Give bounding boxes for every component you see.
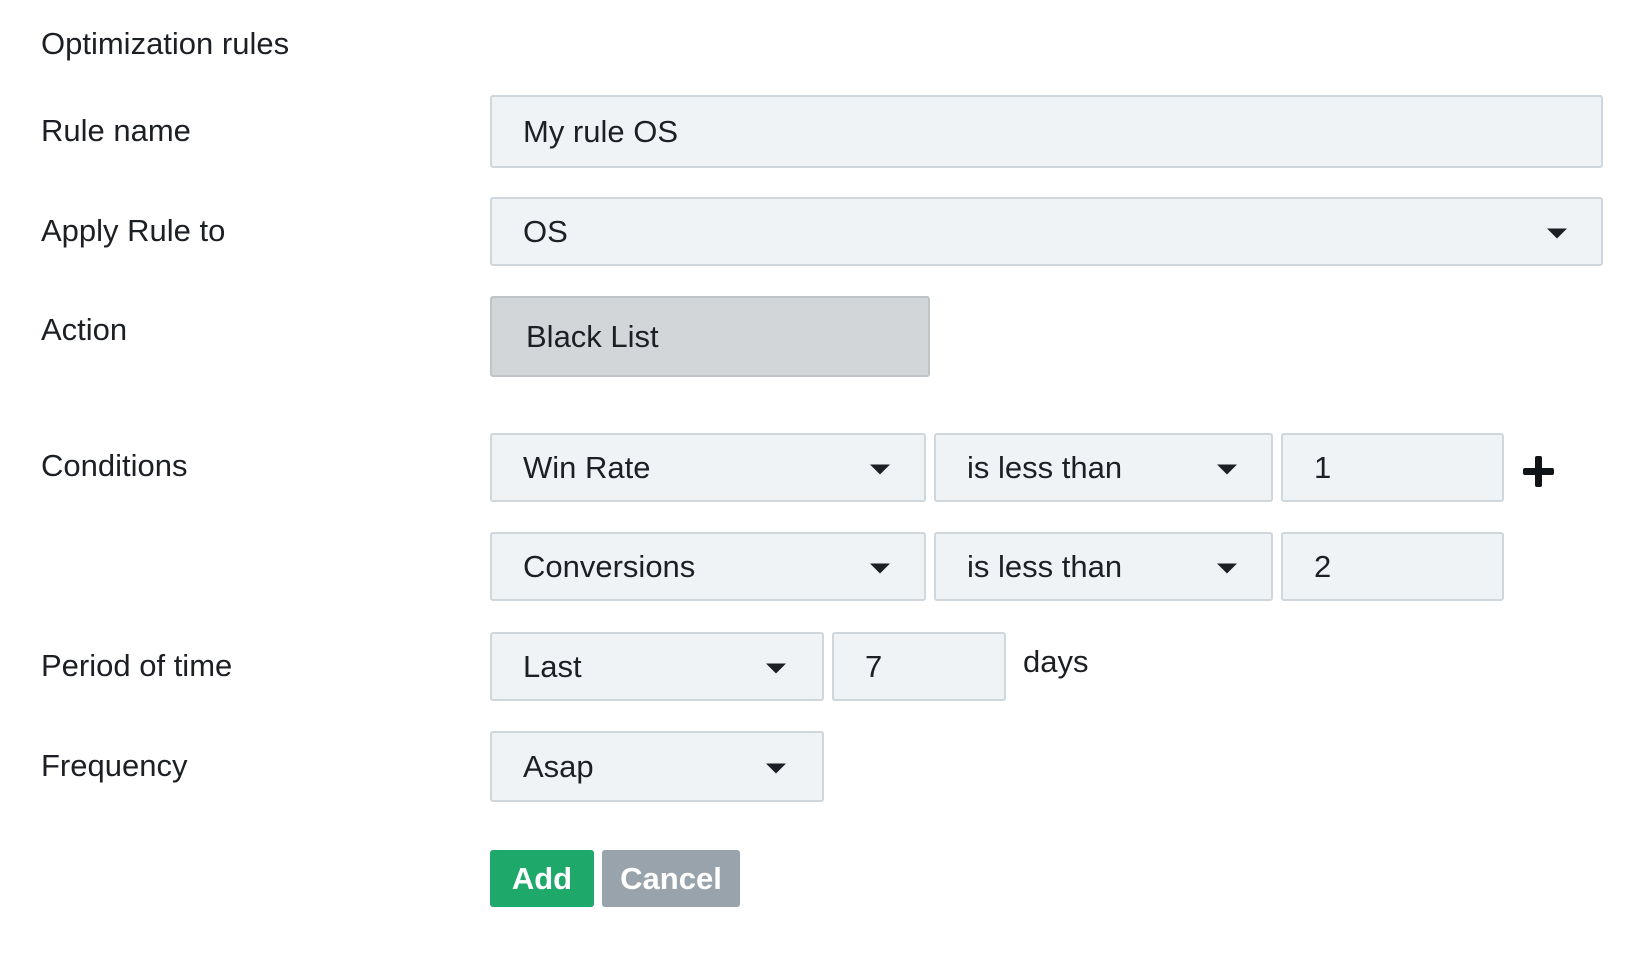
condition-operator-value: is less than — [967, 548, 1123, 584]
add-button[interactable]: Add — [490, 850, 594, 907]
condition-value: 1 — [1314, 449, 1332, 485]
period-days-value: 7 — [865, 648, 883, 684]
apply-rule-to-label: Apply Rule to — [41, 213, 226, 248]
condition-metric-value: Conversions — [523, 548, 696, 584]
plus-icon[interactable] — [1521, 454, 1555, 488]
condition-value: 2 — [1314, 548, 1332, 584]
frequency-value: Asap — [523, 748, 594, 784]
condition-operator-value: is less than — [967, 449, 1123, 485]
condition-metric-select[interactable]: Conversions — [490, 532, 926, 601]
cancel-button[interactable]: Cancel — [602, 850, 740, 907]
condition-value-input[interactable]: 2 — [1281, 532, 1504, 601]
frequency-label: Frequency — [41, 748, 188, 783]
page-title: Optimization rules — [41, 26, 290, 61]
action-value: Black List — [526, 318, 659, 354]
action-label: Action — [41, 312, 128, 347]
rule-name-value: My rule OS — [523, 113, 679, 149]
condition-operator-select[interactable]: is less than — [934, 433, 1273, 502]
apply-rule-to-select[interactable]: OS — [490, 197, 1603, 266]
conditions-label: Conditions — [41, 448, 188, 483]
rule-name-label: Rule name — [41, 113, 191, 148]
period-days-input[interactable]: 7 — [832, 632, 1006, 701]
frequency-select[interactable]: Asap — [490, 731, 824, 802]
condition-value-input[interactable]: 1 — [1281, 433, 1504, 502]
apply-rule-to-value: OS — [523, 213, 568, 249]
period-unit-label: days — [1023, 644, 1089, 679]
action-value-box: Black List — [490, 296, 930, 377]
chevron-down-icon — [1217, 563, 1237, 573]
condition-metric-select[interactable]: Win Rate — [490, 433, 926, 502]
chevron-down-icon — [870, 464, 890, 474]
condition-operator-select[interactable]: is less than — [934, 532, 1273, 601]
period-of-time-label: Period of time — [41, 648, 233, 683]
chevron-down-icon — [1217, 464, 1237, 474]
chevron-down-icon — [766, 663, 786, 673]
period-mode-value: Last — [523, 648, 582, 684]
condition-metric-value: Win Rate — [523, 449, 651, 485]
chevron-down-icon — [1547, 228, 1567, 238]
rule-name-input[interactable]: My rule OS — [490, 95, 1603, 168]
chevron-down-icon — [870, 563, 890, 573]
chevron-down-icon — [766, 763, 786, 773]
period-mode-select[interactable]: Last — [490, 632, 824, 701]
